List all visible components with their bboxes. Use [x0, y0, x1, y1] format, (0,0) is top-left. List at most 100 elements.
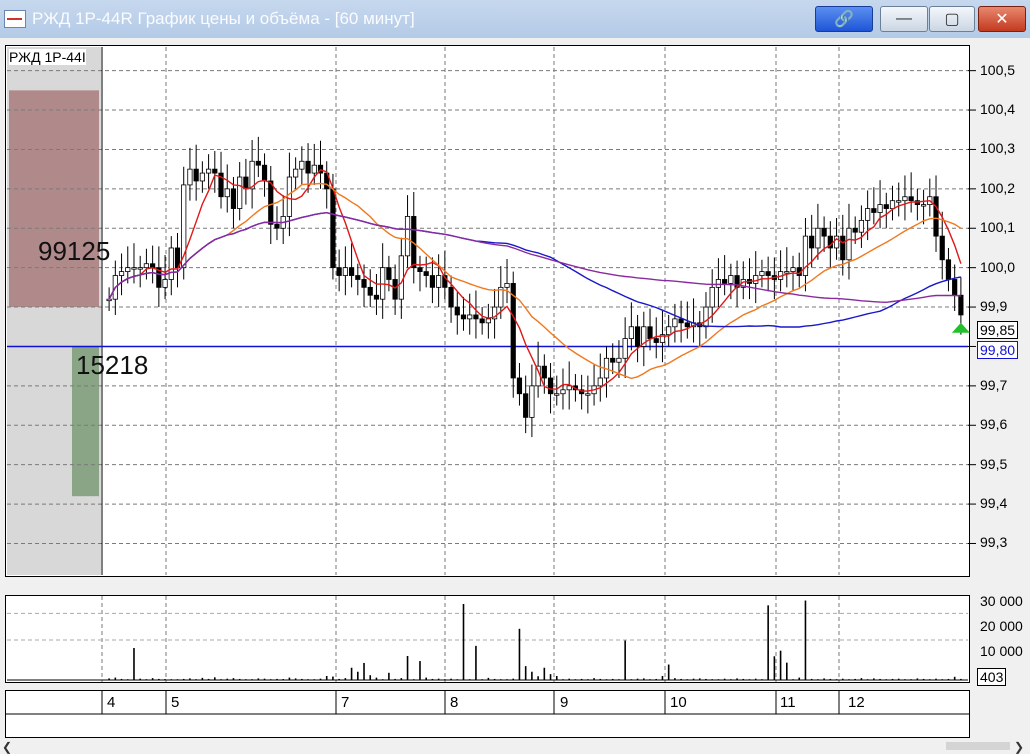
candle-body	[212, 168, 218, 174]
candle-body	[703, 306, 709, 328]
candle-body	[467, 314, 473, 320]
moving-average-line	[108, 211, 962, 328]
price-axis-label: 99,4	[980, 495, 1008, 512]
candle-body	[560, 389, 566, 395]
candle-body	[392, 279, 398, 300]
candle-body	[846, 227, 852, 261]
date-label: 4	[107, 694, 116, 711]
price-axis-label: 100,0	[980, 258, 1016, 275]
candle-body	[833, 235, 840, 249]
price-axis-label: 99,7	[980, 376, 1008, 393]
candle-body	[728, 275, 734, 284]
last-volume-tag: 403	[977, 668, 1007, 686]
candle-body	[429, 275, 436, 288]
candle-body	[809, 235, 815, 249]
candle-body	[237, 176, 243, 209]
candle-body	[945, 259, 952, 280]
candle-body	[765, 271, 771, 276]
date-label: 9	[560, 694, 569, 711]
candle-body	[193, 168, 199, 182]
candle-body	[908, 196, 914, 202]
candle-body	[330, 188, 336, 269]
candle-body	[759, 271, 765, 276]
volume-axis-label: 30 000	[980, 593, 1023, 609]
line-price-tag: 99,80	[977, 341, 1019, 359]
candle-body	[753, 275, 759, 284]
candle-body	[460, 314, 467, 320]
candle-body	[423, 271, 429, 276]
instrument-label: РЖД 1Р-44I	[9, 49, 86, 65]
candle-body	[939, 235, 945, 261]
candle-body	[293, 168, 299, 178]
candle-body	[666, 326, 672, 336]
candle-body	[952, 279, 958, 296]
volume-axis-label: 10 000	[980, 643, 1023, 659]
candle-body	[510, 283, 516, 379]
candle-body	[336, 267, 342, 276]
candle-body	[709, 286, 715, 308]
candle-body	[902, 196, 908, 202]
candle-body	[877, 204, 883, 213]
candle-body	[597, 377, 603, 387]
candle-body	[871, 208, 877, 213]
candle-body	[243, 176, 249, 190]
moving-average-line	[108, 168, 962, 392]
candle-body	[299, 160, 305, 170]
price-volume-chart	[5, 47, 976, 715]
candle-body	[883, 204, 889, 209]
candle-body	[566, 385, 572, 391]
price-axis-label: 99,3	[980, 534, 1008, 551]
candle-body	[404, 216, 411, 257]
candle-body	[653, 338, 659, 343]
candle-body	[199, 172, 205, 182]
candle-body	[187, 168, 193, 186]
price-axis-label: 99,6	[980, 416, 1008, 433]
candle-body	[342, 267, 348, 276]
price-axis-label: 99,9	[980, 298, 1008, 315]
price-axis-label: 100,1	[980, 219, 1016, 236]
candle-body	[137, 267, 143, 270]
order-book-ask-volume: 99125	[38, 236, 111, 266]
moving-average-line	[108, 211, 961, 304]
candle-body	[815, 227, 821, 249]
scroll-right-icon[interactable]: ❯	[1014, 740, 1024, 754]
volume-axis-label: 20 000	[980, 618, 1023, 634]
candle-body	[305, 160, 311, 174]
candle-body	[274, 223, 280, 229]
candle-body	[286, 176, 293, 217]
scroll-left-icon[interactable]: ❮	[2, 740, 12, 754]
candle-body	[348, 267, 355, 276]
candle-body	[373, 294, 380, 300]
date-label: 10	[670, 694, 687, 711]
candle-body	[230, 188, 237, 209]
candle-body	[529, 385, 535, 418]
candle-body	[162, 279, 168, 288]
candle-body	[125, 267, 131, 272]
candle-body	[554, 393, 560, 396]
candle-body	[523, 393, 529, 418]
candle-body	[504, 283, 510, 288]
candle-body	[958, 294, 964, 316]
candle-body	[790, 267, 796, 272]
candle-body	[454, 306, 460, 316]
candle-body	[852, 227, 858, 233]
candle-body	[224, 188, 230, 198]
candle-body	[622, 338, 628, 359]
horizontal-scrollbar-thumb[interactable]	[946, 742, 1010, 750]
price-axis-label: 100,4	[980, 101, 1016, 118]
candle-body	[896, 200, 902, 203]
candle-body	[865, 208, 871, 221]
candle-body	[436, 275, 442, 288]
candle-body	[840, 235, 846, 261]
candle-body	[784, 271, 790, 274]
candle-body	[715, 279, 722, 288]
candle-body	[485, 318, 491, 324]
candle-body	[106, 298, 112, 302]
candle-body	[168, 247, 174, 280]
order-book-ask-bar	[9, 90, 99, 308]
candle-body	[541, 365, 547, 379]
candle-body	[547, 377, 554, 395]
candle-body	[473, 314, 479, 320]
price-axis-label: 100,5	[980, 61, 1016, 78]
candle-body	[821, 227, 827, 237]
